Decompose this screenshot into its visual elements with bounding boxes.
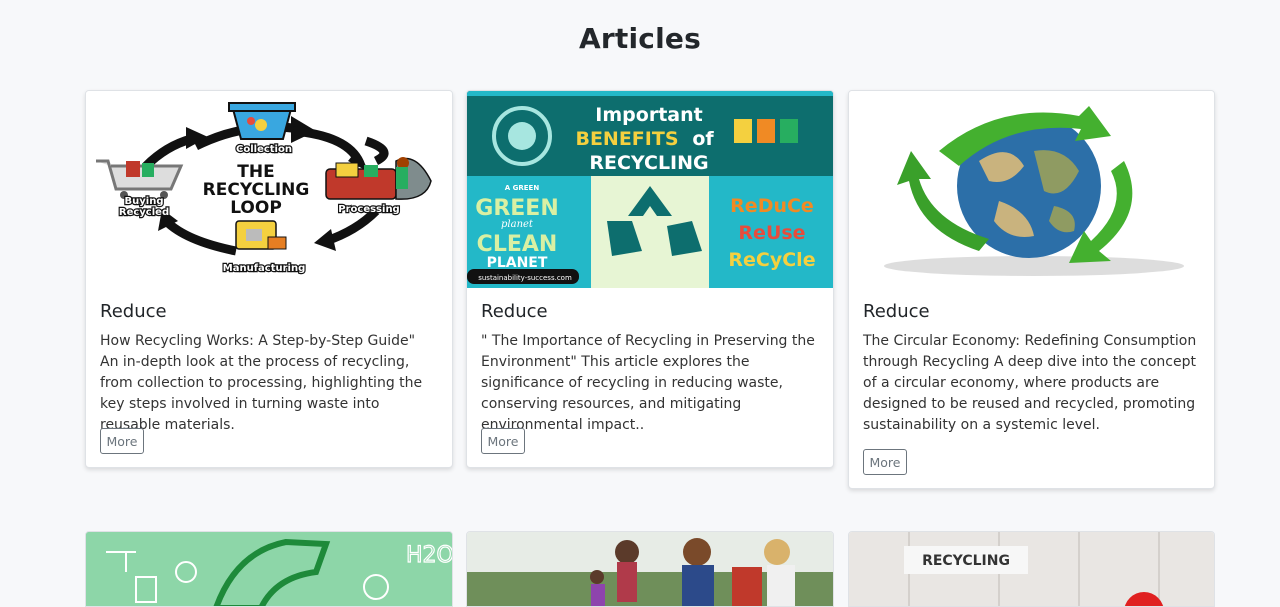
svg-text:ReCyCle: ReCyCle bbox=[728, 249, 815, 271]
svg-text:Manufacturing: Manufacturing bbox=[223, 263, 306, 274]
svg-text:Recycled: Recycled bbox=[119, 207, 169, 218]
article-card-6: RECYCLING bbox=[848, 531, 1215, 607]
svg-text:H2O: H2O bbox=[406, 543, 453, 568]
more-button[interactable]: More bbox=[100, 428, 144, 454]
recycling-sign-image: RECYCLING bbox=[849, 532, 1214, 606]
article-card-2: Important BENEFITS of RECYCLING A GREEN … bbox=[466, 90, 834, 468]
card-title: Reduce bbox=[100, 301, 167, 322]
earth-recycle-image bbox=[849, 91, 1214, 288]
recycling-loop-image: Collection THE RECYCLING LOOP Processing… bbox=[86, 91, 452, 288]
svg-text:A GREEN: A GREEN bbox=[505, 184, 540, 192]
article-card-4: H2O bbox=[85, 531, 453, 607]
article-card-3: Reduce The Circular Economy: Redefining … bbox=[848, 90, 1215, 489]
svg-text:PLANET: PLANET bbox=[487, 255, 548, 271]
svg-text:RECYCLING: RECYCLING bbox=[922, 553, 1010, 569]
card-description: " The Importance of Recycling in Preserv… bbox=[481, 333, 815, 433]
svg-text:CLEAN: CLEAN bbox=[477, 232, 558, 257]
svg-text:ReUse: ReUse bbox=[738, 222, 805, 244]
article-card-5 bbox=[466, 531, 834, 607]
label-collection: Collection bbox=[236, 144, 292, 155]
card-title: Reduce bbox=[481, 301, 548, 322]
more-button[interactable]: More bbox=[863, 449, 907, 475]
svg-text:GREEN: GREEN bbox=[475, 196, 558, 221]
svg-text:sustainability-success.com: sustainability-success.com bbox=[478, 274, 572, 282]
article-card-1: Collection THE RECYCLING LOOP Processing… bbox=[85, 90, 453, 468]
svg-text:Buying: Buying bbox=[125, 196, 164, 207]
svg-text:ReDuCe: ReDuCe bbox=[730, 195, 814, 217]
svg-text:planet: planet bbox=[501, 219, 534, 230]
svg-text:Processing: Processing bbox=[338, 204, 399, 215]
card-description: The Circular Economy: Redefining Consump… bbox=[863, 333, 1197, 433]
card-title: Reduce bbox=[863, 301, 930, 322]
svg-text:RECYCLING: RECYCLING bbox=[203, 180, 310, 200]
svg-text:of: of bbox=[692, 128, 714, 150]
svg-text:BENEFITS: BENEFITS bbox=[575, 128, 678, 150]
svg-text:THE: THE bbox=[237, 162, 274, 182]
page-title: Articles bbox=[579, 22, 701, 55]
svg-text:RECYCLING: RECYCLING bbox=[589, 152, 708, 174]
svg-text:LOOP: LOOP bbox=[230, 198, 282, 218]
kids-cleanup-image bbox=[467, 532, 833, 606]
svg-text:Important: Important bbox=[595, 104, 702, 126]
card-description: How Recycling Works: A Step-by-Step Guid… bbox=[100, 333, 423, 433]
more-button[interactable]: More bbox=[481, 428, 525, 454]
eco-doodle-image: H2O bbox=[86, 532, 453, 606]
recycling-benefits-image: Important BENEFITS of RECYCLING A GREEN … bbox=[467, 91, 833, 288]
